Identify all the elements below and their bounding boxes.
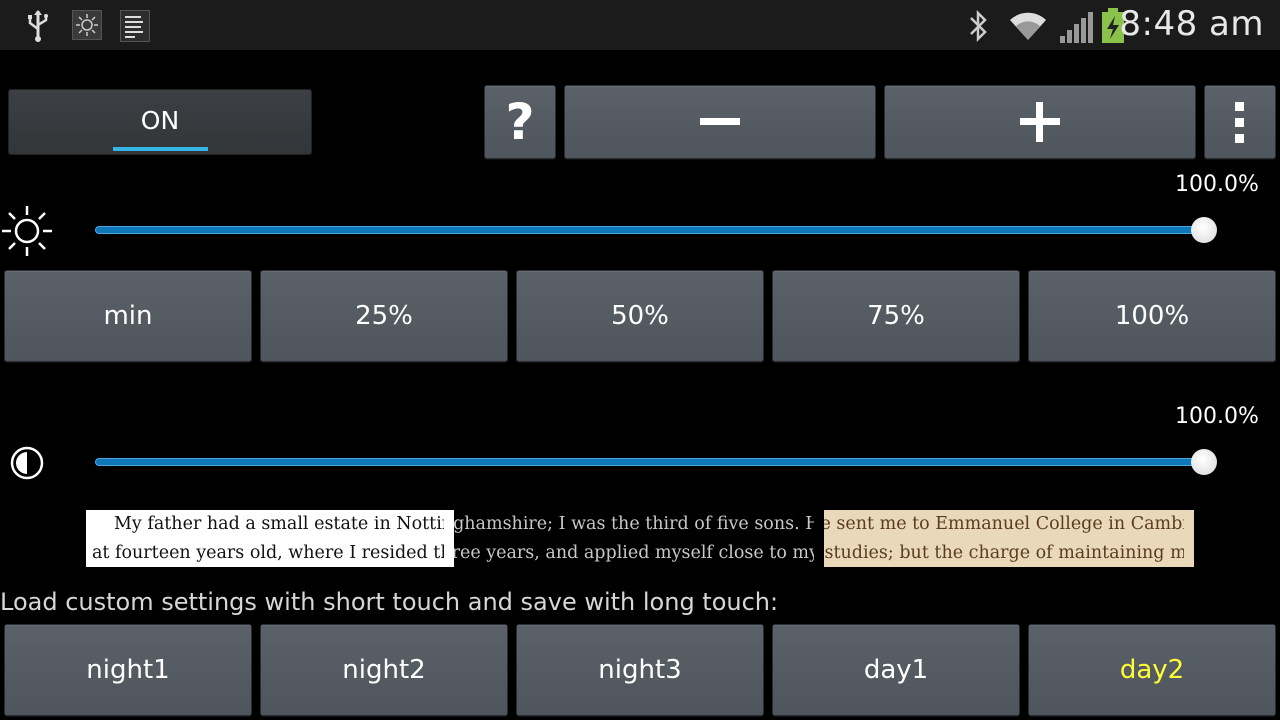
plus-icon <box>1020 102 1060 142</box>
increase-button[interactable] <box>884 85 1196 159</box>
custom-setting-button-night1[interactable]: night1 <box>4 624 252 716</box>
custom-setting-label: day1 <box>863 655 929 685</box>
contrast-slider[interactable] <box>95 458 1207 466</box>
custom-settings-label: Load custom settings with short touch an… <box>0 588 779 616</box>
help-label: ? <box>505 93 535 151</box>
help-button[interactable]: ? <box>484 85 556 159</box>
brightness-slider[interactable] <box>95 226 1207 234</box>
preset-button-4[interactable]: 100% <box>1028 270 1276 362</box>
custom-setting-button-night3[interactable]: night3 <box>516 624 764 716</box>
power-toggle-label: ON <box>140 106 180 135</box>
brightness-percent: 100.0% <box>1175 172 1259 197</box>
custom-setting-label: night1 <box>86 655 170 685</box>
contrast-percent: 100.0% <box>1175 404 1259 429</box>
wifi-icon <box>1010 12 1046 41</box>
sun-icon <box>2 206 52 256</box>
notes-icon <box>120 10 150 42</box>
more-vert-icon <box>1235 102 1244 143</box>
power-toggle-button[interactable]: ON <box>8 89 312 155</box>
custom-setting-label: night2 <box>342 655 426 685</box>
preset-button-1[interactable]: 25% <box>260 270 508 362</box>
preset-button-0[interactable]: min <box>4 270 252 362</box>
contrast-slider-thumb[interactable] <box>1191 449 1217 475</box>
preset-label: 75% <box>867 301 925 331</box>
minus-icon <box>700 118 740 125</box>
custom-setting-button-night2[interactable]: night2 <box>260 624 508 716</box>
brightness-slider-thumb[interactable] <box>1191 217 1217 243</box>
bluetooth-icon <box>970 9 987 43</box>
preset-label: min <box>103 301 153 331</box>
text-preview: My father had a small estate in Nottingh… <box>86 510 1194 567</box>
preset-button-2[interactable]: 50% <box>516 270 764 362</box>
custom-setting-label: night3 <box>598 655 682 685</box>
overflow-menu-button[interactable] <box>1204 85 1276 159</box>
preset-button-3[interactable]: 75% <box>772 270 1020 362</box>
decrease-button[interactable] <box>564 85 876 159</box>
status-bar: 8:48 am <box>0 0 1280 50</box>
preset-label: 50% <box>611 301 669 331</box>
preset-label: 100% <box>1114 301 1190 331</box>
usb-icon <box>28 10 48 42</box>
custom-setting-button-day1[interactable]: day1 <box>772 624 1020 716</box>
toggle-indicator <box>113 147 208 151</box>
custom-setting-label: day2 <box>1119 655 1185 685</box>
clock: 8:48 am <box>1119 4 1264 44</box>
contrast-icon <box>10 446 44 480</box>
preset-label: 25% <box>355 301 413 331</box>
signal-icon <box>1060 12 1093 43</box>
custom-setting-button-day2[interactable]: day2 <box>1028 624 1276 716</box>
brightness-notification-icon <box>72 10 102 40</box>
